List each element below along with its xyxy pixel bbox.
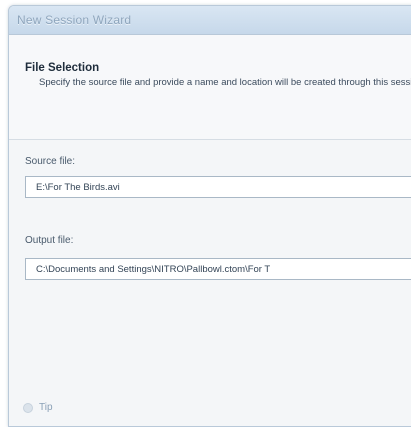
- window-title: New Session Wizard: [17, 13, 132, 27]
- output-file-value: C:\Documents and Settings\NITRO\Pallbowl…: [36, 264, 271, 275]
- tip-label: Tip: [39, 402, 53, 413]
- step-title: File Selection: [25, 62, 100, 74]
- source-file-input[interactable]: E:\For The Birds.avi: [25, 176, 411, 198]
- step-header: File Selection Specify the source file a…: [9, 35, 411, 140]
- source-file-label: Source file:: [25, 156, 76, 167]
- source-file-value: E:\For The Birds.avi: [36, 182, 120, 193]
- output-file-input[interactable]: C:\Documents and Settings\NITRO\Pallbowl…: [25, 258, 411, 280]
- title-bar: New Session Wizard: [9, 6, 411, 35]
- tip-icon: [23, 402, 33, 413]
- tip-link[interactable]: Tip: [23, 402, 53, 413]
- wizard-content: Source file: E:\For The Birds.avi Output…: [9, 140, 411, 426]
- step-description: Specify the source file and provide a na…: [39, 77, 411, 88]
- output-file-label: Output file:: [25, 235, 74, 246]
- new-session-wizard-window: New Session Wizard File Selection Specif…: [8, 5, 411, 427]
